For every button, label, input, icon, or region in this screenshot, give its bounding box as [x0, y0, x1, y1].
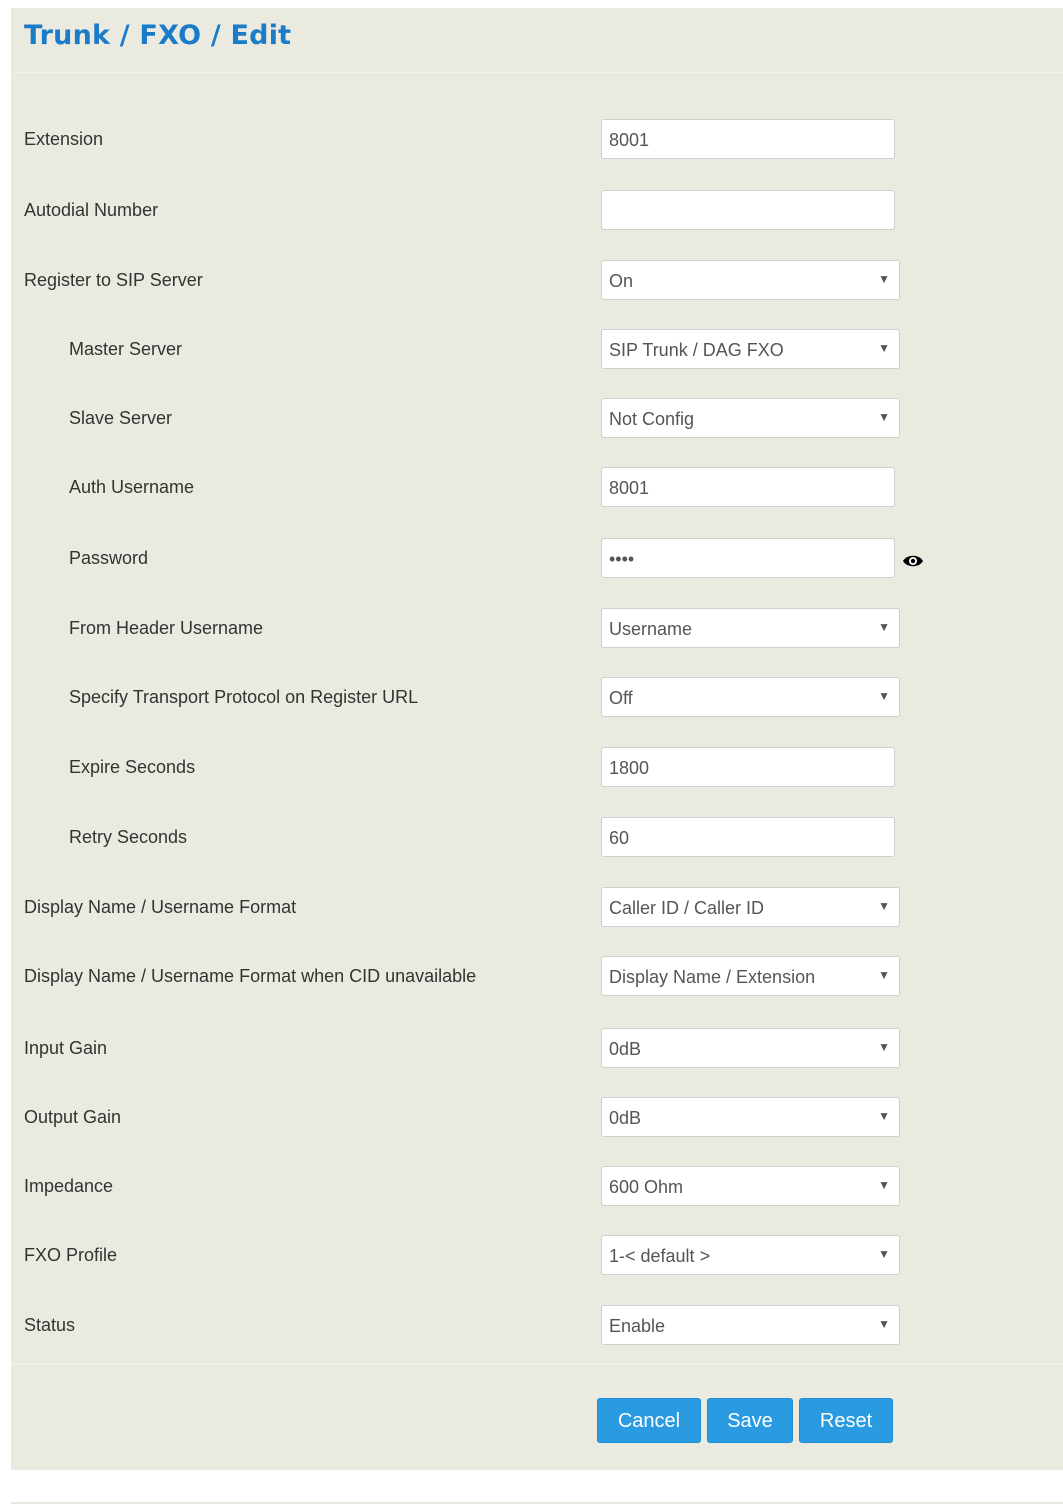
display-format-cid-value: Display Name / Extension — [609, 967, 816, 987]
auth-username-label: Auth Username — [69, 477, 195, 497]
caret-down-icon: ▼ — [878, 1109, 890, 1123]
expire-seconds-label: Expire Seconds — [69, 757, 196, 777]
master-server-label: Master Server — [69, 339, 183, 359]
display-format-label: Display Name / Username Format — [24, 897, 297, 917]
fxo-profile-row: FXO Profile 1-< default > ▼ — [11, 1235, 1063, 1279]
edit-panel: Trunk / FXO / Edit Extension 8001 Autodi… — [11, 8, 1063, 1470]
expire-seconds-value: 1800 — [609, 758, 650, 778]
fxo-profile-label: FXO Profile — [24, 1245, 118, 1265]
autodial-row: Autodial Number — [11, 190, 1063, 234]
input-gain-label: Input Gain — [24, 1038, 108, 1058]
caret-down-icon: ▼ — [878, 272, 890, 286]
caret-down-icon: ▼ — [878, 620, 890, 634]
auth-username-input[interactable]: 8001 — [601, 467, 895, 507]
display-format-select[interactable]: Caller ID / Caller ID ▼ — [601, 887, 900, 927]
caret-down-icon: ▼ — [878, 1040, 890, 1054]
cancel-button[interactable]: Cancel — [597, 1398, 701, 1443]
master-server-select[interactable]: SIP Trunk / DAG FXO ▼ — [601, 329, 900, 369]
caret-down-icon: ▼ — [878, 1247, 890, 1261]
bottom-spacer — [11, 1470, 1063, 1510]
from-header-label: From Header Username — [69, 618, 264, 638]
caret-down-icon: ▼ — [878, 968, 890, 982]
slave-server-label: Slave Server — [69, 408, 173, 428]
display-format-row: Display Name / Username Format Caller ID… — [11, 887, 1063, 931]
extension-row: Extension 8001 — [11, 119, 1063, 163]
auth-username-value: 8001 — [609, 478, 650, 498]
status-row: Status Enable ▼ — [11, 1305, 1063, 1349]
register-sip-row: Register to SIP Server On ▼ — [11, 260, 1063, 304]
slave-server-select[interactable]: Not Config ▼ — [601, 398, 900, 438]
impedance-row: Impedance 600 Ohm ▼ — [11, 1166, 1063, 1210]
display-format-cid-row: Display Name / Username Format when CID … — [11, 956, 1063, 1000]
transport-protocol-select[interactable]: Off ▼ — [601, 677, 900, 717]
retry-seconds-input[interactable]: 60 — [601, 817, 895, 857]
password-value: •••• — [609, 549, 635, 569]
page-header: Trunk / FXO / Edit — [11, 8, 1063, 73]
expire-seconds-row: Expire Seconds 1800 — [11, 747, 1063, 791]
eye-icon[interactable] — [902, 553, 924, 569]
save-button[interactable]: Save — [707, 1398, 793, 1443]
page-title: Trunk / FXO / Edit — [24, 20, 292, 51]
fxo-profile-value: 1-< default > — [609, 1246, 711, 1266]
output-gain-row: Output Gain 0dB ▼ — [11, 1097, 1063, 1141]
slave-server-value: Not Config — [609, 409, 695, 429]
caret-down-icon: ▼ — [878, 899, 890, 913]
extension-value: 8001 — [609, 130, 650, 150]
transport-protocol-row: Specify Transport Protocol on Register U… — [11, 677, 1063, 721]
transport-protocol-value: Off — [609, 688, 633, 708]
impedance-label: Impedance — [24, 1176, 114, 1196]
caret-down-icon: ▼ — [878, 1317, 890, 1331]
input-gain-select[interactable]: 0dB ▼ — [601, 1028, 900, 1068]
password-input[interactable]: •••• — [601, 538, 895, 578]
extension-input[interactable]: 8001 — [601, 119, 895, 159]
caret-down-icon: ▼ — [878, 410, 890, 424]
retry-seconds-label: Retry Seconds — [69, 827, 188, 847]
status-select[interactable]: Enable ▼ — [601, 1305, 900, 1345]
from-header-row: From Header Username Username ▼ — [11, 608, 1063, 652]
output-gain-value: 0dB — [609, 1108, 642, 1128]
impedance-select[interactable]: 600 Ohm ▼ — [601, 1166, 900, 1206]
from-header-value: Username — [609, 619, 693, 639]
transport-protocol-label: Specify Transport Protocol on Register U… — [69, 687, 419, 707]
caret-down-icon: ▼ — [878, 341, 890, 355]
status-label: Status — [24, 1315, 76, 1335]
register-sip-select[interactable]: On ▼ — [601, 260, 900, 300]
master-server-value: SIP Trunk / DAG FXO — [609, 340, 784, 360]
caret-down-icon: ▼ — [878, 1178, 890, 1192]
display-format-value: Caller ID / Caller ID — [609, 898, 765, 918]
reset-button[interactable]: Reset — [799, 1398, 893, 1443]
register-sip-label: Register to SIP Server — [24, 270, 203, 290]
retry-seconds-value: 60 — [609, 828, 630, 848]
status-value: Enable — [609, 1316, 666, 1336]
input-gain-row: Input Gain 0dB ▼ — [11, 1028, 1063, 1072]
password-label: Password — [69, 548, 149, 568]
fxo-profile-select[interactable]: 1-< default > ▼ — [601, 1235, 900, 1275]
autodial-label: Autodial Number — [24, 200, 159, 220]
extension-label: Extension — [24, 129, 104, 149]
display-format-cid-select[interactable]: Display Name / Extension ▼ — [601, 956, 900, 996]
retry-seconds-row: Retry Seconds 60 — [11, 817, 1063, 861]
expire-seconds-input[interactable]: 1800 — [601, 747, 895, 787]
footer-divider — [11, 1364, 1063, 1365]
bottom-divider — [11, 1502, 1063, 1504]
input-gain-value: 0dB — [609, 1039, 642, 1059]
autodial-input[interactable] — [601, 190, 895, 230]
output-gain-select[interactable]: 0dB ▼ — [601, 1097, 900, 1137]
password-row: Password •••• — [11, 538, 1063, 582]
caret-down-icon: ▼ — [878, 689, 890, 703]
impedance-value: 600 Ohm — [609, 1177, 684, 1197]
from-header-select[interactable]: Username ▼ — [601, 608, 900, 648]
slave-server-row: Slave Server Not Config ▼ — [11, 398, 1063, 442]
display-format-cid-label: Display Name / Username Format when CID … — [24, 966, 477, 986]
master-server-row: Master Server SIP Trunk / DAG FXO ▼ — [11, 329, 1063, 373]
register-sip-value: On — [609, 271, 634, 291]
auth-username-row: Auth Username 8001 — [11, 467, 1063, 511]
output-gain-label: Output Gain — [24, 1107, 122, 1127]
